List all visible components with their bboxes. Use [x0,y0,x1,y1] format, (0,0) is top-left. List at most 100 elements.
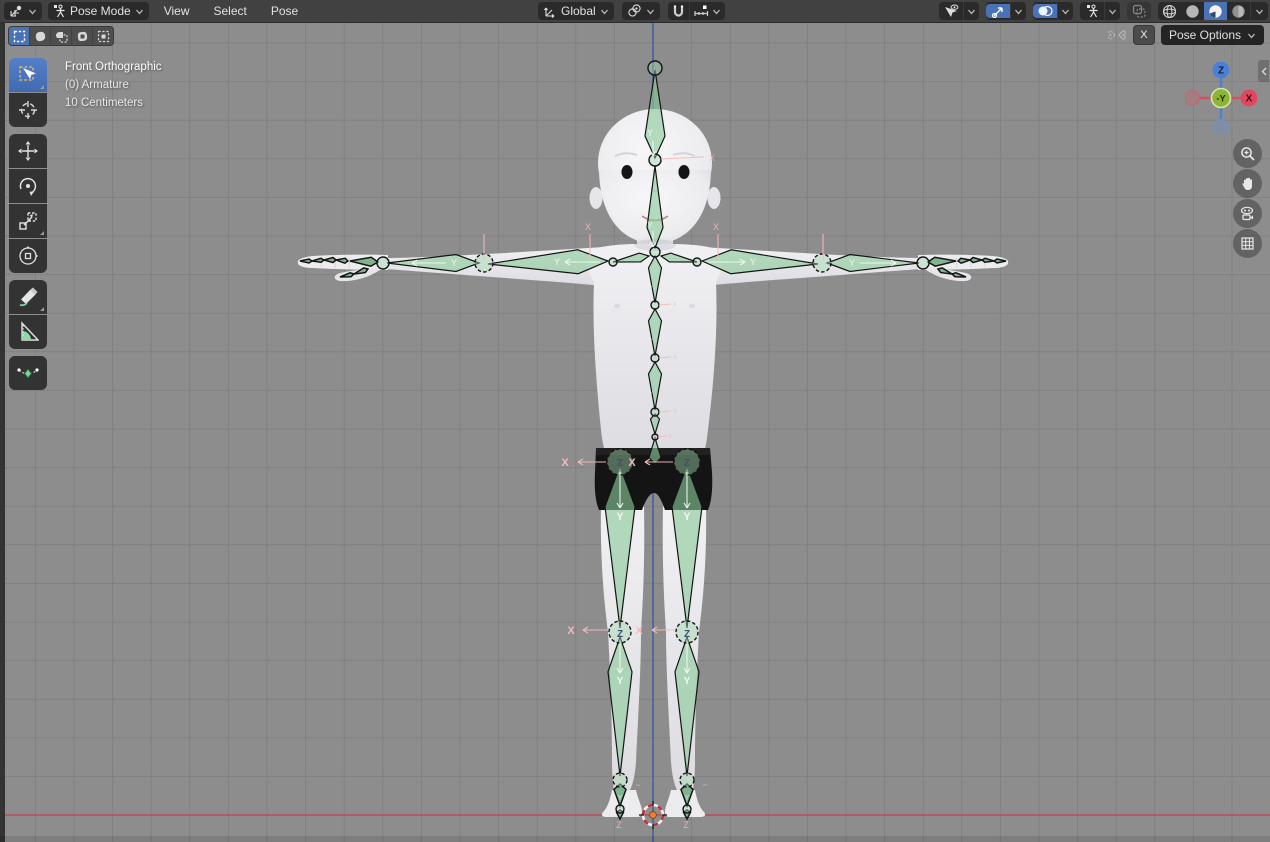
bone-joint[interactable] [651,408,659,416]
bone-axis-label: X [635,625,643,637]
tool-pose-breakdowner[interactable] [9,356,47,390]
shading-wireframe-button[interactable] [1158,2,1181,20]
transform-orientation-dropdown[interactable]: Global [538,2,614,20]
bone-axis-label: ~ [635,780,640,790]
show-gizmos-dropdown[interactable] [986,2,1026,20]
shading-dropdown[interactable] [1250,2,1268,20]
bone-axis-label: Y [451,258,457,268]
select-mode-new[interactable] [9,27,30,45]
bone-joint[interactable] [649,154,661,166]
select-mode-invert[interactable] [72,27,93,45]
bone-joint[interactable] [648,61,662,75]
visibility-cursor-eye-icon [943,4,959,18]
camera-icon [1239,206,1256,221]
show-overlays-dropdown[interactable] [1033,2,1073,20]
tool-measure[interactable] [9,315,47,349]
menu-pose[interactable]: Pose [262,0,307,22]
bone-joint[interactable] [651,354,659,362]
rendered-sphere-icon [1231,4,1246,19]
chevron-down-icon [1247,31,1256,40]
bone-joint[interactable] [683,805,691,813]
bone-joint[interactable] [917,257,929,269]
material-sphere-icon [1208,4,1223,19]
bone-axis-label: X [628,457,636,469]
pivot-point-icon [627,4,642,18]
chevron-down-icon [28,7,37,16]
toggle-xray-button[interactable] [1127,2,1151,20]
viewport-header: Pose Mode View Select Pose Global [0,0,1270,23]
snap-settings-dropdown[interactable] [689,2,725,20]
bone-joint[interactable] [813,254,831,272]
magnet-icon [672,4,685,18]
menu-view[interactable]: View [155,0,199,22]
bone-joint[interactable] [693,258,701,266]
bone-axis-label: Y [683,511,691,523]
bone-joint[interactable] [613,773,627,787]
hand-icon [1240,176,1256,192]
mirror-icon [1107,27,1127,43]
perspective-toggle-button[interactable] [1233,229,1262,258]
pose-xray-dropdown[interactable] [1080,2,1120,20]
bone-joint[interactable] [377,257,389,269]
bone-axis-label: X [585,222,591,232]
gizmo-x-label: X [1246,94,1253,105]
mode-dropdown[interactable]: Pose Mode [48,2,149,20]
chevron-down-icon [600,7,609,16]
pivot-point-dropdown[interactable] [622,2,660,20]
bone-joint[interactable] [616,805,624,813]
shading-rendered-button[interactable] [1227,2,1250,20]
3d-viewport[interactable]: XXXxxxxXXXX~~ZZZZZZYYYYYYYYYYYYYYY [0,0,1270,842]
bone-axis-label: Y [649,285,654,292]
bone-axis-label: Y [849,258,855,268]
shading-material-button[interactable] [1204,2,1227,20]
gizmo-y-label: -Y [1216,94,1226,105]
bone-axis-label: Y [685,795,690,802]
bone-joint[interactable] [650,247,660,257]
select-mode-intersect[interactable] [93,27,113,45]
bone-axis-label: Y [647,128,653,138]
bone-axis-label: x [668,433,672,440]
bone-joint[interactable] [651,301,659,309]
chevron-down-icon [1108,7,1117,16]
navigation-gizmo[interactable]: Z X -Y [1185,62,1257,134]
zoom-button[interactable] [1233,139,1262,168]
viewport-nav-buttons [1233,139,1262,258]
xray-icon [1132,4,1147,18]
object-visibility-dropdown[interactable] [939,2,979,20]
bone-axis-label: Y [554,257,560,267]
bone-axis-label: Z [617,458,623,469]
pose-options-dropdown[interactable]: Pose Options [1161,25,1264,45]
sidebar-collapse-tab[interactable] [1258,60,1269,82]
bone-joint[interactable] [680,773,694,787]
solid-sphere-icon [1185,4,1200,19]
tool-select-box[interactable] [9,58,47,92]
bone-joint[interactable] [652,434,658,440]
tool-scale[interactable] [9,204,47,238]
tool-cursor[interactable] [9,93,47,127]
tool-annotate[interactable] [9,280,47,314]
pan-button[interactable] [1233,169,1262,198]
select-mode-subtract[interactable] [51,27,72,45]
snap-toggle-button[interactable] [668,2,689,20]
orientation-label: Global [561,4,596,18]
chevron-down-icon [1255,7,1264,16]
bone-axis-label: x [673,354,677,361]
menu-select[interactable]: Select [205,0,256,22]
grid-scale-text: 10 Centimeters [65,94,162,112]
select-mode-extend[interactable] [30,27,51,45]
x-axis-mirror-toggle[interactable]: X [1133,25,1155,45]
tool-rotate[interactable] [9,169,47,203]
tool-move[interactable] [9,134,47,168]
bone-axis-label: X [709,153,715,163]
camera-view-button[interactable] [1233,199,1262,228]
bone-joint[interactable] [609,258,617,266]
chevron-down-icon [1061,7,1070,16]
left-eye [622,165,633,179]
active-object-text: (0) Armature [65,76,162,94]
shading-solid-button[interactable] [1181,2,1204,20]
3d-viewport-editor-icon [9,5,24,18]
editor-type-button[interactable] [4,2,42,20]
right-eye [679,165,690,179]
bone-axis-label: Y [618,795,623,802]
tool-transform[interactable] [9,239,47,273]
